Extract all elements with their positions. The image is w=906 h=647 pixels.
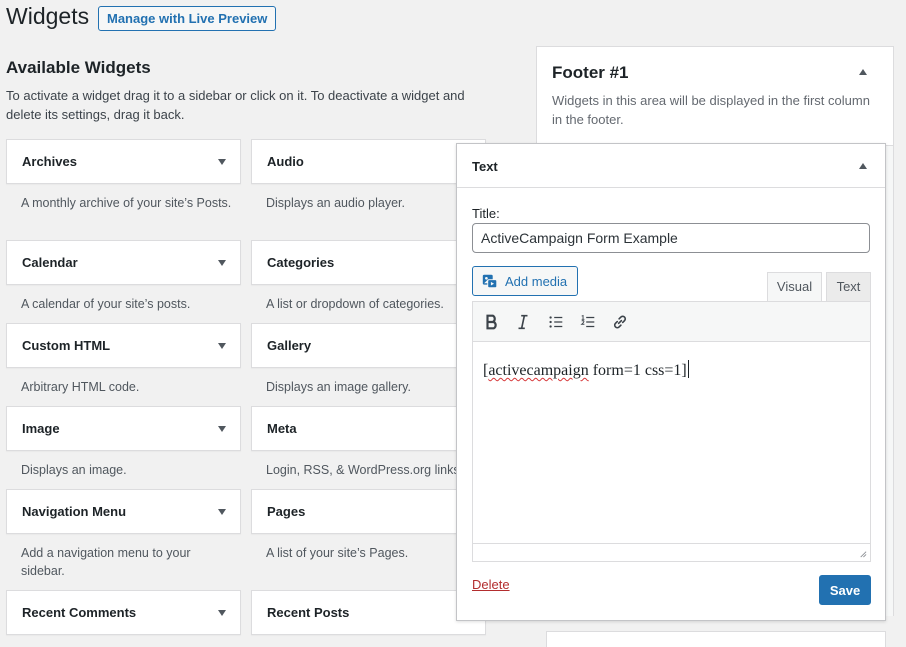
available-widgets-title: Available Widgets	[6, 58, 151, 77]
text-widget-header[interactable]: Text	[457, 144, 885, 188]
widget-pages[interactable]: Pages	[251, 489, 486, 534]
bullet-list-button[interactable]	[545, 311, 567, 333]
bold-icon	[486, 314, 497, 330]
widget-description: A calendar of your site’s posts.	[21, 297, 191, 311]
bullet-list-icon	[549, 316, 563, 328]
widget-recent-posts[interactable]: Recent Posts	[251, 590, 486, 635]
manage-live-preview-button[interactable]: Manage with Live Preview	[98, 6, 277, 31]
widget-title: Meta	[267, 421, 297, 436]
italic-button[interactable]	[512, 311, 534, 333]
expand-arrow-icon[interactable]	[218, 509, 226, 515]
title-input[interactable]	[472, 223, 870, 253]
widget-title: Image	[22, 421, 60, 436]
widget-audio[interactable]: Audio	[251, 139, 486, 184]
editor-statusbar	[473, 543, 870, 561]
text-widget-title: Text	[472, 159, 498, 174]
widget-meta[interactable]: Meta	[251, 406, 486, 451]
widget-title: Calendar	[22, 255, 78, 270]
widget-recent-comments[interactable]: Recent Comments	[6, 590, 241, 635]
widget-image[interactable]: Image	[6, 406, 241, 451]
widget-description: Add a navigation menu to your sidebar.	[21, 546, 191, 578]
widget-gallery[interactable]: Gallery	[251, 323, 486, 368]
title-label: Title:	[472, 206, 500, 221]
add-media-icon	[482, 274, 498, 289]
content-rest: form=1 css=1]	[588, 362, 687, 379]
widget-title: Recent Posts	[267, 605, 350, 620]
next-sidebar-panel[interactable]	[546, 631, 886, 647]
widget-calendar[interactable]: Calendar	[6, 240, 241, 285]
delete-link[interactable]: Delete	[472, 577, 510, 592]
widget-title: Custom HTML	[22, 338, 111, 353]
text-widget-panel: Text Title: Add media Visual Text	[456, 143, 886, 621]
widget-archives[interactable]: Archives	[6, 139, 241, 184]
widget-title: Gallery	[267, 338, 312, 353]
widget-title: Pages	[267, 504, 306, 519]
widget-title: Recent Comments	[22, 605, 137, 620]
widget-navigation-menu[interactable]: Navigation Menu	[6, 489, 241, 534]
editor-content[interactable]: [activecampaign form=1 css=1]	[483, 360, 689, 380]
widget-title: Archives	[22, 154, 77, 169]
tab-text[interactable]: Text	[826, 272, 871, 302]
link-icon	[613, 315, 627, 329]
sidebar-footer-1[interactable]: Footer #1 Widgets in this area will be d…	[536, 46, 894, 146]
widget-title: Categories	[267, 255, 335, 270]
add-media-button[interactable]: Add media	[472, 266, 578, 296]
widget-categories[interactable]: Categories	[251, 240, 486, 285]
italic-icon	[518, 314, 528, 330]
misspelled-word: activecampaign	[488, 362, 589, 379]
widget-custom-html[interactable]: Custom HTML	[6, 323, 241, 368]
add-media-label: Add media	[505, 273, 568, 289]
expand-arrow-icon[interactable]	[218, 343, 226, 349]
widget-description: A monthly archive of your site’s Posts.	[21, 196, 232, 210]
numbered-list-icon	[580, 314, 595, 328]
tab-visual[interactable]: Visual	[767, 272, 822, 302]
numbered-list-button[interactable]	[577, 311, 599, 333]
expand-arrow-icon[interactable]	[218, 159, 226, 165]
save-button[interactable]: Save	[819, 575, 871, 605]
rich-text-editor: [activecampaign form=1 css=1]	[472, 301, 871, 562]
widget-description: Displays an image.	[21, 463, 127, 477]
page-title: Widgets	[6, 3, 90, 29]
text-caret	[687, 360, 689, 378]
widget-title: Audio	[267, 154, 304, 169]
widget-description: Arbitrary HTML code.	[21, 380, 140, 394]
resize-handle-icon[interactable]	[858, 549, 867, 558]
editor-toolbar	[473, 302, 870, 342]
expand-arrow-icon[interactable]	[218, 260, 226, 266]
expand-arrow-icon[interactable]	[218, 610, 226, 616]
bold-button[interactable]	[481, 311, 503, 333]
sidebar-title: Footer #1	[552, 63, 629, 82]
collapse-arrow-icon[interactable]	[859, 69, 867, 75]
available-widgets-description: To activate a widget drag it to a sideba…	[6, 88, 465, 122]
widget-title: Navigation Menu	[22, 504, 127, 519]
expand-arrow-icon[interactable]	[218, 426, 226, 432]
sidebar-description: Widgets in this area will be displayed i…	[552, 93, 870, 127]
collapse-arrow-icon[interactable]	[859, 163, 867, 169]
insert-link-button[interactable]	[609, 311, 631, 333]
